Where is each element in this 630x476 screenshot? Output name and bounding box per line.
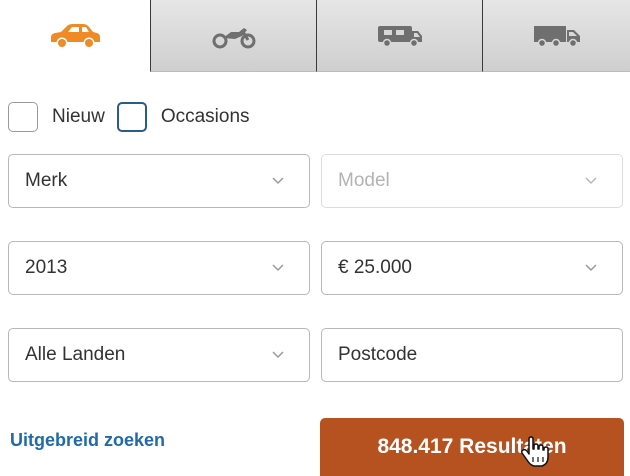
camper-icon [377,25,422,47]
results-label: 848.417 Resultaten [377,435,567,458]
condition-filters: Nieuw Occasions [8,100,262,134]
chevron-down-icon [269,172,287,190]
tab-car[interactable] [0,0,150,72]
search-panel: Nieuw Occasions Merk Model 2013 € 25.000… [0,0,630,476]
used-label: Occasions [160,106,250,127]
tab-truck[interactable] [482,0,630,72]
country-select[interactable]: Alle Landen [8,328,310,382]
postcode-field[interactable] [321,328,623,382]
car-icon [51,24,100,49]
year-select[interactable]: 2013 [8,241,310,295]
make-select[interactable]: Merk [8,154,310,208]
filter-new[interactable]: Nieuw [8,102,105,132]
price-value: € 25.000 [338,257,412,278]
chevron-down-icon [269,259,287,277]
new-label: Nieuw [52,106,105,127]
tab-motorcycle[interactable] [150,0,316,72]
chevron-down-icon [582,172,600,190]
model-select[interactable]: Model [321,154,623,208]
advanced-search-link[interactable]: Uitgebreid zoeken [10,430,165,451]
motorcycle-icon [212,27,255,48]
make-value: Merk [25,170,68,191]
model-value: Model [338,170,390,191]
chevron-down-icon [269,346,287,364]
postcode-input[interactable] [322,343,622,367]
filter-used[interactable]: Occasions [116,102,250,132]
year-value: 2013 [25,257,68,278]
used-checkbox[interactable] [116,102,147,132]
chevron-down-icon [582,259,600,277]
price-select[interactable]: € 25.000 [321,241,623,295]
country-value: Alle Landen [25,344,126,365]
truck-icon [533,25,580,47]
vehicle-type-tabs [0,0,630,72]
new-checkbox[interactable] [8,102,38,132]
results-button[interactable]: 848.417 Resultaten [320,418,624,476]
tab-camper[interactable] [316,0,482,72]
